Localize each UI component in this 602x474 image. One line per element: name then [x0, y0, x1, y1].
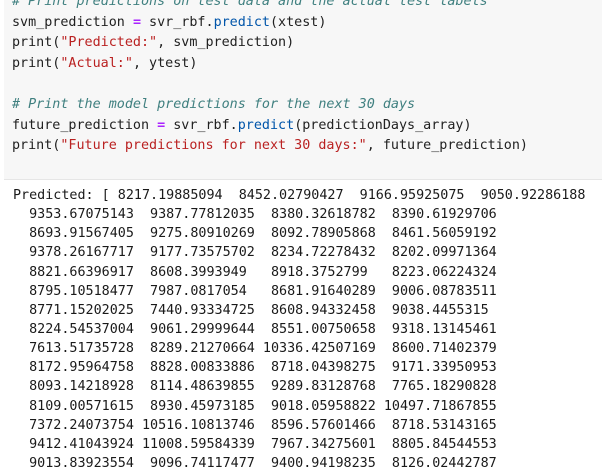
output-line: 8771.15202025 7440.93334725 8608.9433245… [13, 302, 489, 318]
code-token: = [132, 14, 141, 30]
cell-output: Predicted: [ 8217.19885094 8452.02790427… [13, 186, 585, 473]
code-token: "Actual:" [60, 55, 133, 71]
output-line: 9412.41043924 11008.59584339 7967.342756… [13, 436, 497, 452]
code-token: "Predicted:" [60, 35, 158, 51]
output-line: 8224.54537004 9061.29999644 8551.0075065… [13, 321, 497, 337]
code-cell[interactable]: # Print predictions on test data and the… [4, 0, 602, 180]
code-token: print( [12, 55, 61, 71]
output-line: 8821.66396917 8608.3993949 8918.3752799 … [13, 264, 497, 280]
code-token: # Print the model predictions for the ne… [12, 96, 416, 112]
code-line: svm_prediction = svr_rbf.predict(xtest) [12, 13, 528, 34]
output-line: 8795.10518477 7987.0817054 8681.91640289… [13, 283, 497, 299]
code-token: , ytest) [132, 55, 198, 71]
code-token: predict [213, 14, 270, 30]
code-token: svr_rbf. [141, 14, 214, 30]
code-line: future_prediction = svr_rbf.predict(pred… [12, 116, 528, 137]
code-token: svr_rbf. [165, 117, 238, 133]
code-token: predict [237, 117, 295, 133]
code-editor[interactable]: # Print predictions on test data and the… [12, 0, 528, 157]
code-token: svm_prediction [12, 14, 133, 30]
code-token: (predictionDays_array) [294, 117, 472, 133]
code-line: # Print the model predictions for the ne… [12, 95, 528, 116]
code-token: , future_prediction) [366, 138, 528, 154]
code-token: print( [12, 138, 61, 154]
code-token: print( [12, 35, 61, 51]
code-token: future_prediction [12, 117, 158, 133]
output-line: 9353.67075143 9387.77812035 8380.3261878… [13, 207, 497, 223]
code-token: "Future predictions for next 30 days:" [60, 138, 367, 154]
code-token: , svm_prediction) [157, 35, 295, 51]
output-line: 8093.14218928 8114.48639855 9289.8312876… [13, 379, 497, 395]
output-line: 8172.95964758 8828.00833886 8718.0439827… [13, 360, 497, 376]
code-token: = [157, 117, 166, 133]
output-line: Predicted: [ 8217.19885094 8452.02790427… [13, 188, 586, 203]
code-line: # Print predictions on test data and the… [12, 0, 528, 13]
code-line: print("Future predictions for next 30 da… [12, 136, 528, 157]
output-line: 9378.26167717 9177.73575702 8234.7227843… [13, 245, 497, 261]
output-line: 9013.83923554 9096.74117477 9400.9419823… [13, 455, 497, 471]
code-token: # Print predictions on test data and the… [12, 0, 488, 9]
output-line: 7613.51735728 8289.21270664 10336.425071… [13, 341, 497, 357]
output-line: 7372.24073754 10516.10813746 8596.576014… [13, 417, 497, 433]
code-line: print("Predicted:", svm_prediction) [12, 33, 528, 54]
output-line: 8693.91567405 9275.80910269 8092.7890586… [13, 226, 497, 242]
output-line: 8109.00571615 8930.45973185 9018.0595882… [13, 398, 497, 414]
code-line: print("Actual:", ytest) [12, 54, 528, 75]
code-token: (xtest) [270, 14, 327, 30]
